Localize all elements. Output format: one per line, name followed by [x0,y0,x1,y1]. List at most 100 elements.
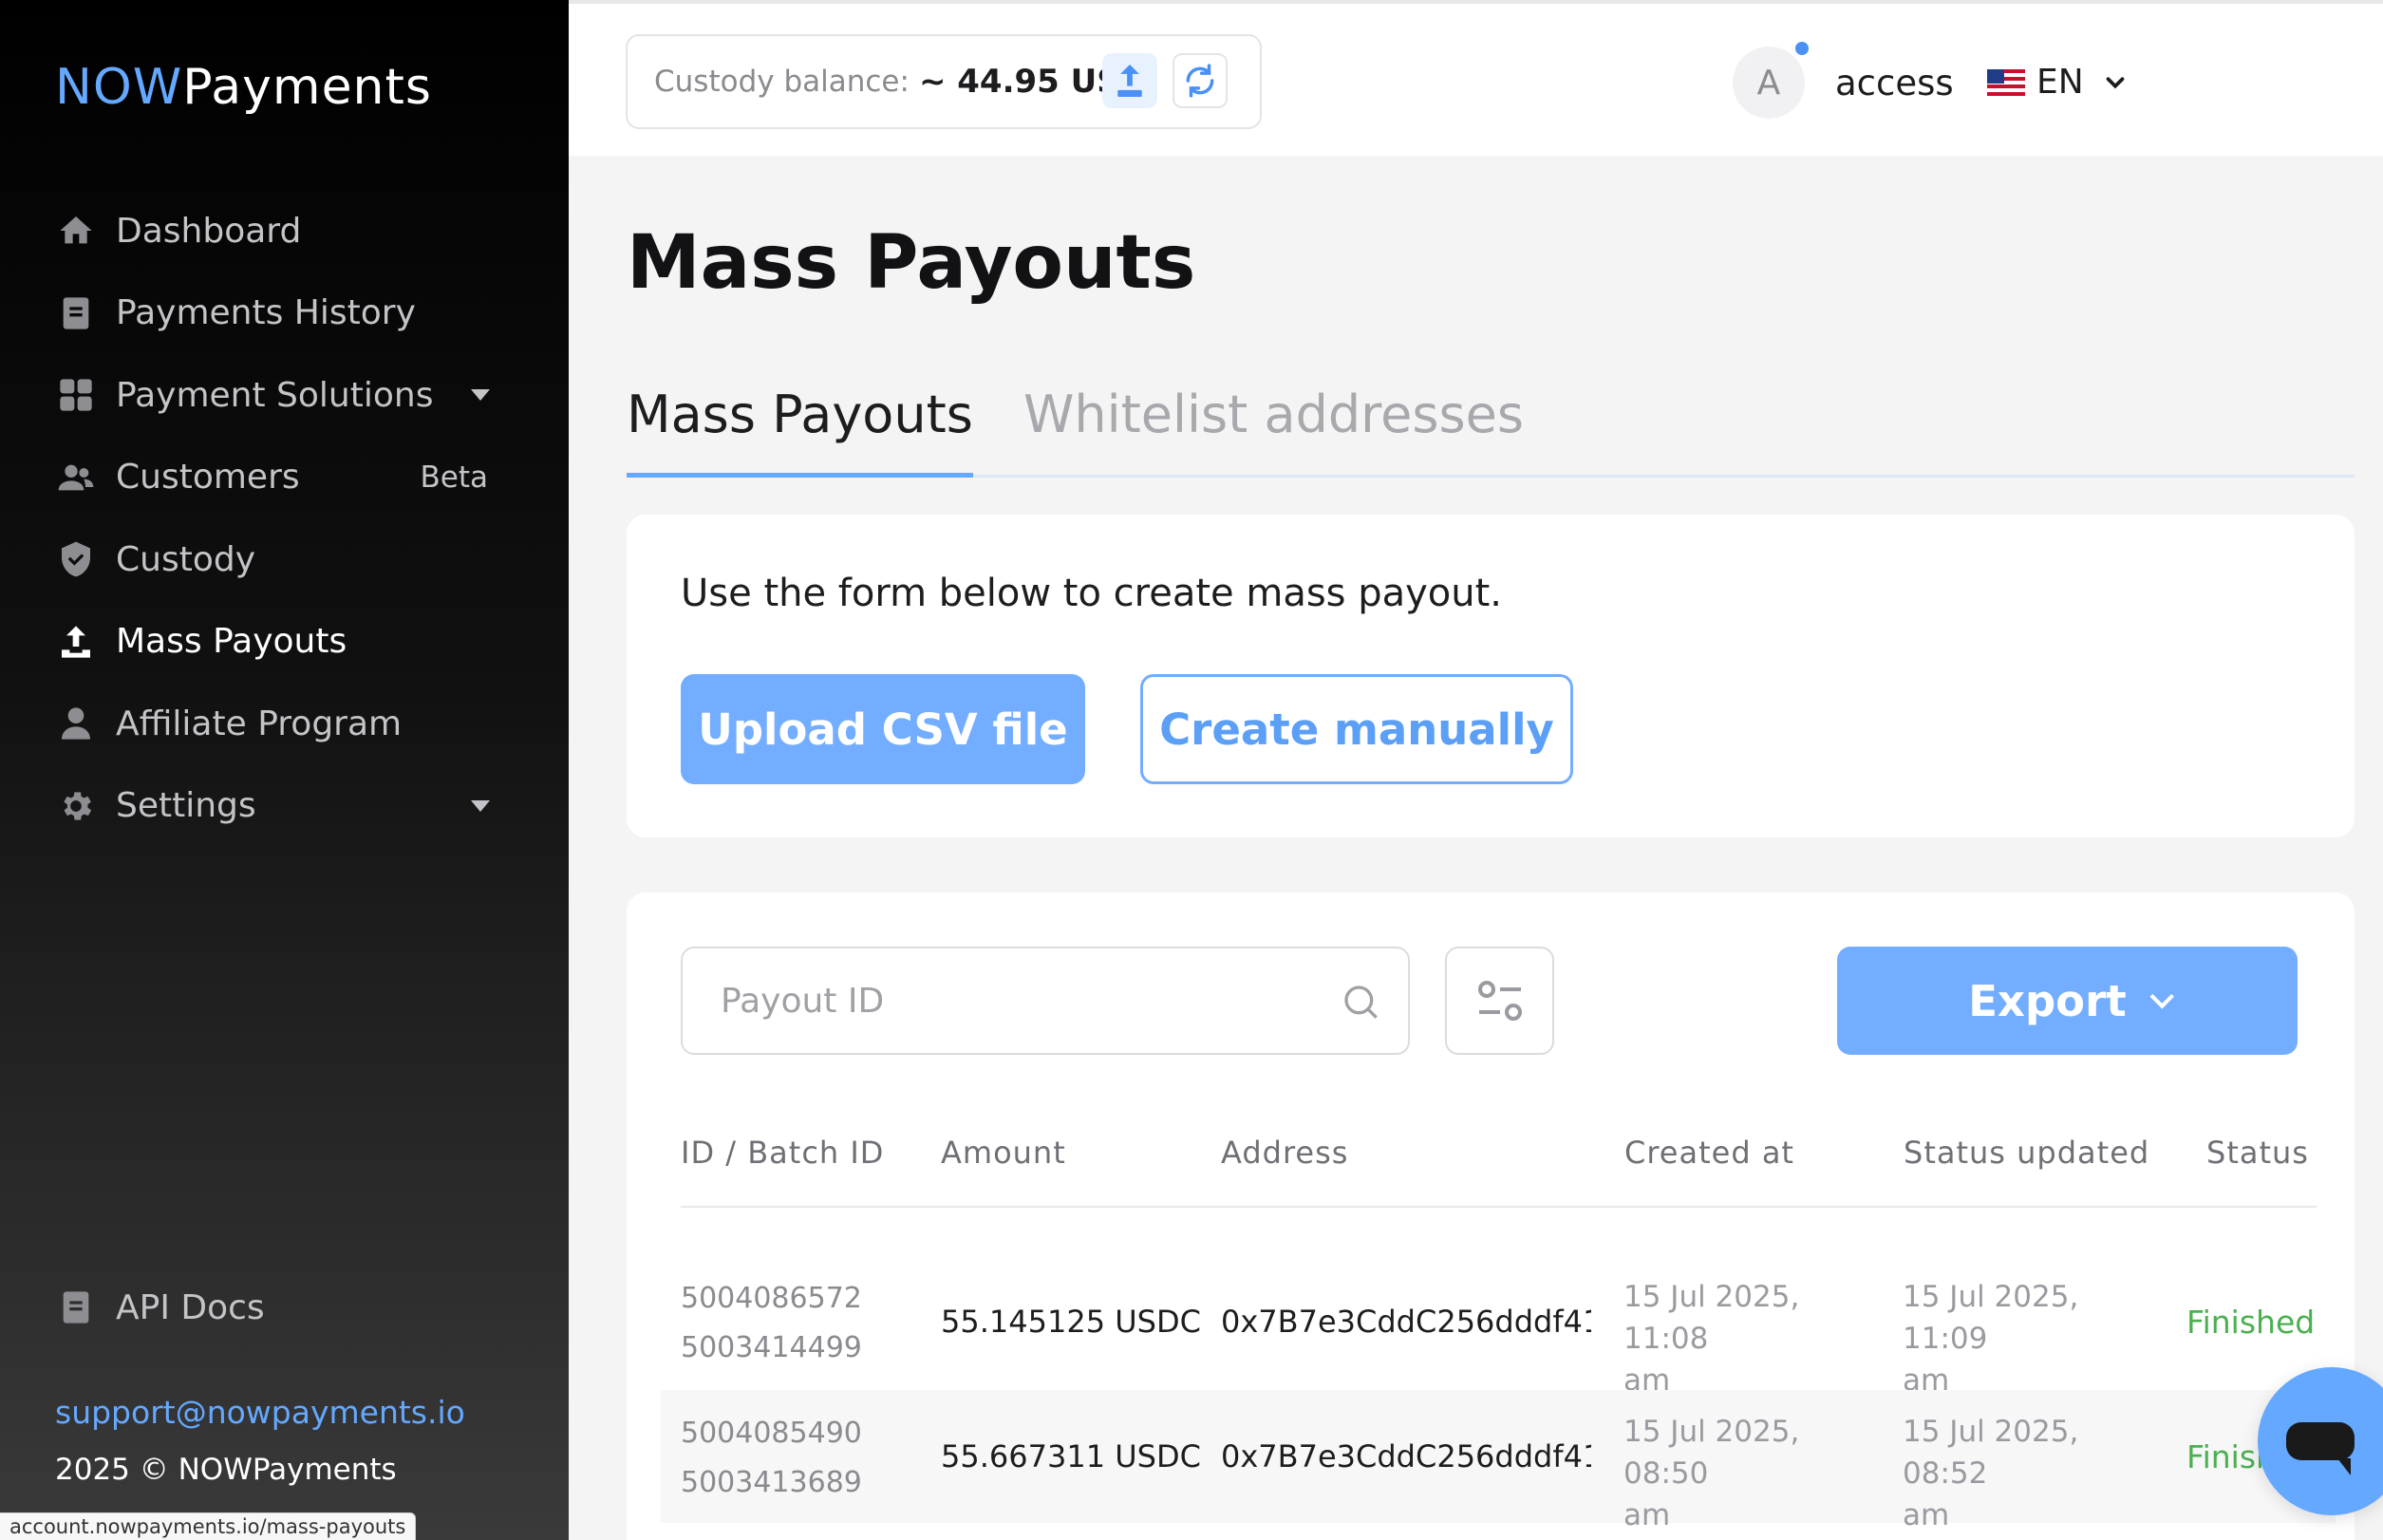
tab-mass-payouts[interactable]: Mass Payouts [627,385,973,478]
table-row[interactable]: 5004085490 5003413689 55.667311 USDC 0x7… [661,1390,2336,1532]
grid-icon [55,374,97,416]
amount-cell: 55.667311 USDC [941,1438,1201,1474]
status-updated-cell: 15 Jul 2025, 11:09 am [1903,1276,2149,1401]
search-icon [1344,986,1378,1019]
payout-id[interactable]: 5004085490 [681,1409,862,1458]
address-cell[interactable]: 0x7B7e3CddC256dddf418… [1221,1390,1591,1523]
created-at-cell: 15 Jul 2025, 11:08 am [1623,1276,1870,1401]
created-date: 15 Jul 2025, 11:08 [1623,1280,1800,1356]
batch-id[interactable]: 5003413689 [681,1458,862,1508]
caret-down-icon [471,389,490,402]
support-email-link[interactable]: support@nowpayments.io [55,1394,465,1431]
table-header-divider [681,1206,2317,1208]
language-code: EN [2036,63,2084,102]
created-at-cell: 15 Jul 2025, 08:50 am [1623,1411,1870,1536]
notification-dot [1795,42,1809,55]
top-bar: Custody balance: ~ 44.95 USD A access EN [569,0,2383,156]
sidebar-item-mass-payouts[interactable]: Mass Payouts [55,601,511,684]
id-cell: 5004085490 5003413689 [681,1409,862,1508]
sidebar-item-label: Payment Solutions [116,375,434,415]
filter-button[interactable] [1445,947,1554,1055]
sidebar-item-label: Settings [116,786,256,826]
refresh-balance-button[interactable] [1173,53,1228,108]
chevron-down-icon [2106,76,2125,88]
sidebar-nav: Dashboard Payments History Payment Solut… [55,190,511,847]
payouts-table-card: Export ID / Batch ID Amount Address Crea… [627,892,2355,1540]
updated-date: 15 Jul 2025, 11:09 [1903,1280,2079,1356]
status-updated-cell: 15 Jul 2025, 08:52 am [1903,1411,2149,1536]
document-icon [55,292,97,334]
chevron-down-icon [2149,985,2174,1009]
created-ampm: am [1623,1498,1671,1532]
filter-icon [1477,981,1522,1021]
document-icon [55,1286,97,1328]
users-icon [55,457,97,498]
copyright: 2025 © NOWPayments [55,1453,397,1487]
tabs: Mass Payouts Whitelist addresses [627,385,2355,478]
updated-date: 15 Jul 2025, 08:52 [1903,1415,2079,1491]
search-input[interactable] [721,981,1309,1021]
payout-id[interactable]: 5004086572 [681,1274,862,1324]
avatar[interactable]: A [1733,47,1805,119]
address-cell[interactable]: 0x7B7e3CddC256dddf418… [1221,1255,1591,1388]
tab-whitelist-addresses[interactable]: Whitelist addresses [1023,385,1524,478]
balance-label: Custody balance: [654,65,910,99]
status-badge: Finished [2186,1303,2316,1341]
column-header[interactable]: ID / Batch ID [681,1135,884,1171]
gear-icon [55,785,97,827]
user-name[interactable]: access [1835,63,1954,103]
column-header[interactable]: Created at [1624,1135,1794,1171]
sidebar-item-api-docs[interactable]: API Docs [55,1286,265,1328]
export-button[interactable]: Export [1837,947,2298,1055]
us-flag-icon [1987,68,2025,96]
create-manually-button[interactable]: Create manually [1140,674,1573,784]
upload-csv-button[interactable]: Upload CSV file [681,674,1085,784]
brand-prefix: NOW [55,59,183,116]
sidebar-item-customers[interactable]: Customers Beta [55,437,511,519]
home-icon [55,210,97,252]
upload-icon [1117,65,1142,97]
language-selector[interactable]: EN [1987,63,2130,102]
create-payout-card: Use the form below to create mass payout… [627,515,2355,837]
caret-down-icon [471,799,490,812]
shield-icon [55,538,97,580]
column-header[interactable]: Status [2206,1135,2309,1171]
search-field [681,947,1410,1055]
sidebar-item-affiliate-program[interactable]: Affiliate Program [55,683,511,765]
sidebar-item-label: Customers [116,458,300,498]
sidebar-item-label: Custody [116,539,256,579]
column-header[interactable]: Address [1221,1135,1348,1171]
sidebar-item-label: Dashboard [116,211,302,251]
form-description: Use the form below to create mass payout… [681,572,1503,615]
sidebar-item-label: Payments History [116,293,416,333]
table-row[interactable]: 5004086572 5003414499 55.145125 USDC 0x7… [661,1255,2336,1398]
sidebar-item-dashboard[interactable]: Dashboard [55,190,511,272]
id-cell: 5004086572 5003414499 [681,1274,862,1373]
browser-status-url: account.nowpayments.io/mass-payouts [0,1512,417,1540]
withdraw-button[interactable] [1102,53,1157,108]
refresh-icon [1186,64,1214,98]
column-header[interactable]: Status updated [1904,1135,2149,1171]
sidebar-item-label: Mass Payouts [116,622,347,662]
upload-icon [55,621,97,663]
column-header[interactable]: Amount [941,1135,1066,1171]
beta-badge: Beta [420,460,489,495]
brand-suffix: Payments [182,59,432,116]
sidebar-item-custody[interactable]: Custody [55,518,511,601]
custody-balance-card: Custody balance: ~ 44.95 USD [626,34,1262,129]
chat-icon [2286,1422,2355,1475]
page-title: Mass Payouts [627,220,1196,306]
batch-id[interactable]: 5003414499 [681,1324,862,1373]
sidebar-item-settings[interactable]: Settings [55,765,511,848]
brand-logo[interactable]: NOWPayments [55,59,432,116]
export-label: Export [1968,975,2127,1026]
sidebar-item-payments-history[interactable]: Payments History [55,272,511,355]
sidebar-item-payment-solutions[interactable]: Payment Solutions [55,354,511,437]
sidebar-item-label: Affiliate Program [116,704,403,743]
updated-ampm: am [1903,1498,1950,1532]
created-date: 15 Jul 2025, 08:50 [1623,1415,1800,1491]
sidebar: NOWPayments Dashboard Payments History P… [0,0,569,1540]
amount-cell: 55.145125 USDC [941,1304,1201,1340]
api-docs-label: API Docs [116,1287,265,1327]
user-icon [55,703,97,744]
